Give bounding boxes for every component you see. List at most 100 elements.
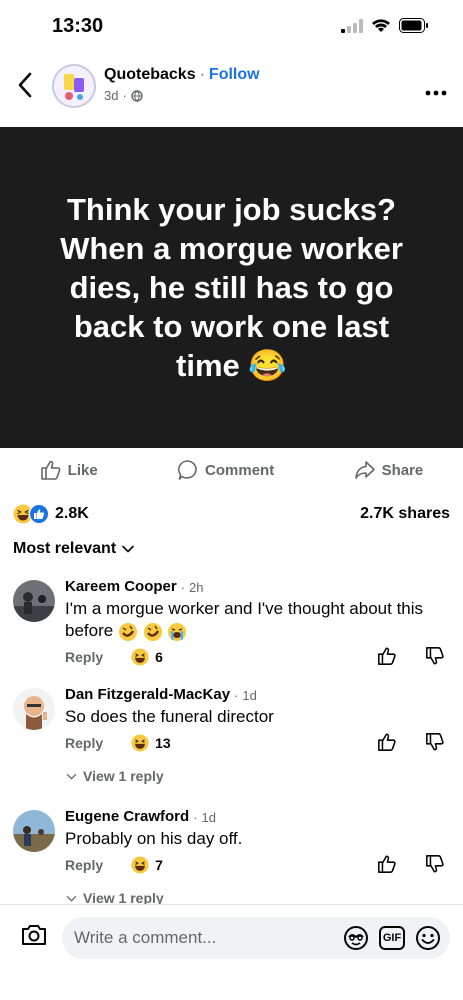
wifi-icon bbox=[372, 18, 390, 32]
comment-text: I'm a morgue worker and I've thought abo… bbox=[65, 598, 425, 642]
view-replies-button[interactable]: View 1 reply bbox=[66, 768, 164, 784]
comment-actions: Reply 7 bbox=[65, 856, 163, 874]
reactions-summary[interactable]: 2.8K bbox=[13, 504, 89, 524]
upvote-icon[interactable] bbox=[377, 854, 397, 874]
rofl-emoji-icon bbox=[143, 622, 162, 641]
comment-votes bbox=[377, 854, 445, 874]
reply-button[interactable]: Reply bbox=[65, 735, 103, 751]
chevron-down-icon bbox=[66, 773, 77, 780]
comment-sort-dropdown[interactable]: Most relevant bbox=[13, 540, 134, 558]
post-meta: 3d · bbox=[104, 88, 143, 103]
status-bar: 13:30 bbox=[0, 0, 463, 52]
upvote-icon[interactable] bbox=[377, 732, 397, 752]
back-button[interactable] bbox=[14, 70, 38, 100]
comment-author-row: Dan Fitzgerald-MacKay · 1d bbox=[65, 686, 257, 703]
comment-author[interactable]: Eugene Crawford bbox=[65, 808, 189, 825]
follow-button[interactable]: Follow bbox=[209, 66, 260, 84]
commenter-avatar[interactable] bbox=[13, 580, 55, 622]
reply-button[interactable]: Reply bbox=[65, 857, 103, 873]
rofl-emoji-icon bbox=[118, 622, 137, 641]
battery-icon bbox=[399, 18, 428, 33]
reactions-count: 2.8K bbox=[55, 505, 89, 522]
emoji-icon[interactable] bbox=[415, 925, 441, 951]
signal-icon bbox=[341, 18, 363, 33]
name-separator: · bbox=[199, 66, 205, 83]
composer-icons: GIF bbox=[343, 925, 441, 951]
more-options-button[interactable] bbox=[425, 76, 447, 102]
avatar-sticker-icon[interactable] bbox=[343, 925, 369, 951]
shares-count[interactable]: 2.7K shares bbox=[360, 505, 450, 523]
more-icon bbox=[425, 90, 447, 96]
haha-reaction-icon bbox=[131, 734, 149, 752]
haha-reaction-icon bbox=[131, 856, 149, 874]
comment-text: So does the funeral director bbox=[65, 707, 274, 726]
stats-row: 2.8K 2.7K shares bbox=[13, 500, 450, 528]
commenter-avatar[interactable] bbox=[13, 810, 55, 852]
comment-button[interactable]: Comment bbox=[177, 459, 274, 481]
share-icon bbox=[354, 461, 375, 479]
view-replies-label: View 1 reply bbox=[83, 768, 164, 784]
upvote-icon[interactable] bbox=[377, 646, 397, 666]
thumbs-up-icon bbox=[40, 460, 61, 480]
sob-emoji-icon bbox=[168, 622, 187, 641]
comment-time: 1d bbox=[242, 688, 257, 703]
share-button[interactable]: Share bbox=[354, 459, 424, 481]
haha-reaction-icon bbox=[131, 648, 149, 666]
comment-author[interactable]: Dan Fitzgerald-MacKay bbox=[65, 686, 230, 703]
comment-composer: GIF bbox=[0, 904, 463, 1000]
comment-item: Kareem Cooper · 2h I'm a morgue worker a… bbox=[0, 576, 463, 672]
comment-votes bbox=[377, 732, 445, 752]
comment-separator: · bbox=[234, 688, 239, 703]
comment-icon bbox=[178, 460, 197, 480]
comment-author[interactable]: Kareem Cooper bbox=[65, 578, 177, 595]
downvote-icon[interactable] bbox=[425, 646, 445, 666]
like-label: Like bbox=[67, 461, 98, 479]
page-name[interactable]: Quotebacks bbox=[104, 66, 196, 84]
comment-text: Probably on his day off. bbox=[65, 829, 243, 848]
chevron-left-icon bbox=[18, 72, 32, 98]
commenter-avatar[interactable] bbox=[13, 688, 55, 730]
sort-label: Most relevant bbox=[13, 540, 117, 557]
status-icons bbox=[341, 18, 429, 33]
reaction-count: 7 bbox=[155, 857, 163, 873]
reaction-icons bbox=[13, 504, 49, 524]
comment-time: 1d bbox=[201, 810, 216, 825]
meta-separator: · bbox=[122, 88, 127, 103]
comment-reactions[interactable]: 13 bbox=[131, 734, 171, 752]
page-name-row: Quotebacks · Follow bbox=[104, 66, 260, 84]
comment-votes bbox=[377, 646, 445, 666]
comment-separator: · bbox=[180, 580, 186, 595]
like-button[interactable]: Like bbox=[40, 459, 98, 481]
post-age[interactable]: 3d bbox=[104, 88, 118, 103]
post-image[interactable]: Think your job sucks? When a morgue work… bbox=[0, 127, 463, 448]
page-avatar[interactable] bbox=[52, 64, 96, 108]
reaction-count: 6 bbox=[155, 649, 163, 665]
comment-time: 2h bbox=[189, 580, 204, 595]
avatar-photo bbox=[13, 580, 55, 622]
camera-button[interactable] bbox=[20, 923, 48, 952]
comment-actions: Reply 13 bbox=[65, 734, 171, 752]
camera-icon bbox=[22, 925, 46, 945]
comment-reactions[interactable]: 6 bbox=[131, 648, 163, 666]
comment-item: Eugene Crawford · 1d Probably on his day… bbox=[0, 808, 463, 906]
comment-separator: · bbox=[193, 810, 198, 825]
quotebacks-logo bbox=[54, 66, 94, 106]
post-image-text: Think your job sucks? When a morgue work… bbox=[60, 192, 403, 383]
share-label: Share bbox=[381, 461, 424, 479]
comment-label: Comment bbox=[205, 461, 275, 479]
comment-author-row: Eugene Crawford · 1d bbox=[65, 808, 216, 825]
chevron-down-icon bbox=[66, 895, 77, 902]
reply-button[interactable]: Reply bbox=[65, 649, 103, 665]
post-header: Quotebacks · Follow 3d · bbox=[0, 58, 463, 114]
comment-reactions[interactable]: 7 bbox=[131, 856, 163, 874]
comment-author-row: Kareem Cooper · 2h bbox=[65, 578, 204, 595]
avatar-photo bbox=[13, 688, 55, 730]
comment-item: Dan Fitzgerald-MacKay · 1d So does the f… bbox=[0, 686, 463, 786]
chevron-down-icon bbox=[122, 545, 134, 553]
downvote-icon[interactable] bbox=[425, 732, 445, 752]
gif-icon[interactable]: GIF bbox=[379, 926, 405, 950]
comment-actions: Reply 6 bbox=[65, 648, 163, 666]
action-bar: Like Comment Share bbox=[0, 452, 463, 488]
like-reaction-icon bbox=[29, 504, 49, 524]
downvote-icon[interactable] bbox=[425, 854, 445, 874]
